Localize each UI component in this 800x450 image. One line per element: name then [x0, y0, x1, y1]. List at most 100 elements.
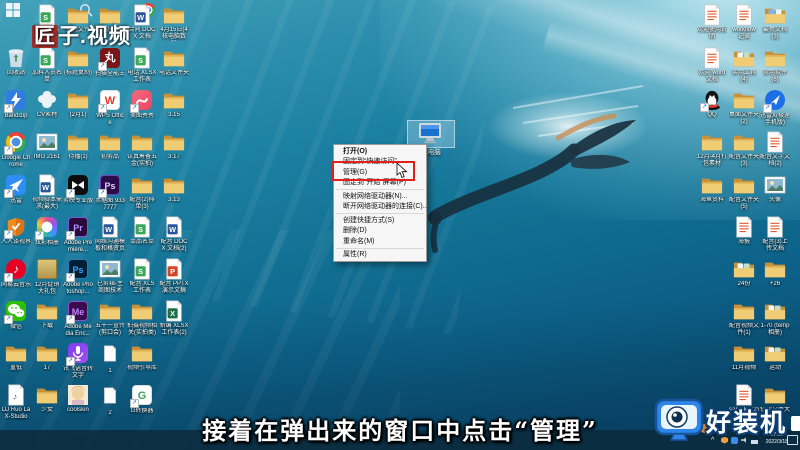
- menu-item-2[interactable]: 固定到“快速访问”: [334, 157, 426, 168]
- desktop-icon-left[interactable]: 电话文件夹: [159, 47, 189, 77]
- folder-icon: [131, 300, 153, 322]
- desktop-icon-right[interactable]: 桌面文件夹(2): [729, 89, 759, 126]
- menu-item-10[interactable]: 属性(R): [334, 250, 426, 261]
- desktop-icon-right[interactable]: 11月视频: [729, 342, 759, 372]
- desktop-icon-left[interactable]: 待播(1): [63, 131, 93, 161]
- brand-name: 好装机: [706, 409, 788, 437]
- desktop-icon-right[interactable]: 配音文件夹(5): [729, 174, 759, 211]
- desktop-icon-right[interactable]: 头像: [760, 174, 790, 204]
- desktop-icon-left[interactable]: 五十一宣传(剪口会): [95, 300, 125, 337]
- desktop-icon-right[interactable]: workflow 记录: [729, 4, 759, 41]
- desktop-icon-left[interactable]: W 合同 DOCX 文档: [127, 4, 157, 41]
- menu-item-9[interactable]: 重命名(M): [334, 236, 426, 247]
- desktop-icon-right[interactable]: 12月-4月打包素材: [697, 131, 727, 168]
- desktop-icon-left[interactable]: ↗ 迅雷: [1, 174, 31, 205]
- desktop-icon-left[interactable]: ♪ ↗ 网易云音乐: [1, 258, 31, 289]
- desktop-icon-right[interactable]: 实用工具(4): [729, 47, 759, 84]
- desktop-icon-left[interactable]: W 网络沟通模板和格资页(一): [95, 216, 125, 253]
- menu-item-7[interactable]: 创建快捷方式(S): [334, 215, 426, 226]
- notification-center-icon[interactable]: [787, 435, 798, 445]
- desktop-icon-label: 美图秀秀: [129, 113, 154, 119]
- desktop-icon-left[interactable]: 3.15: [159, 89, 189, 119]
- desktop-icon-right[interactable]: 运动: [760, 342, 790, 372]
- desktop-icon-left[interactable]: 认真筹备五金(实拍): [127, 131, 157, 168]
- desktop-icon-left[interactable]: W 视频脚本需求(最大): [32, 174, 62, 211]
- desktop-icon-left[interactable]: ♪ DJ Ruo La X-Studio: [1, 384, 31, 421]
- desktop-icon-left[interactable]: ↗ 美图秀秀: [127, 89, 157, 120]
- desktop-icon-right[interactable]: 常用软件(6): [760, 47, 790, 84]
- desktop-icon-left[interactable]: G ↗ G转换器: [127, 384, 157, 415]
- desktop-icon-left[interactable]: (标题复制): [63, 47, 93, 77]
- menu-item-3-manage[interactable]: 管理(G): [334, 167, 426, 178]
- desktop-icon-right[interactable]: +26: [760, 258, 790, 288]
- desktop-icon-left[interactable]: S 配音 XLS 工作表: [127, 258, 157, 295]
- desktop-icon-right[interactable]: 海鱼资料: [697, 174, 727, 204]
- desktop-icon-left[interactable]: Ps ↗ Adobe Photoshop...: [63, 258, 93, 296]
- desktop-icon-label: 1: [108, 368, 112, 374]
- desktop-icon-left[interactable]: ↗ 人人译视界: [1, 216, 31, 246]
- desktop-icon-left[interactable]: 下载: [32, 300, 62, 330]
- desktop-icon-left[interactable]: coolskin: [63, 384, 93, 414]
- menu-item-4[interactable]: 固定到“开始”屏幕(P): [334, 178, 426, 189]
- desktop-icon-left[interactable]: 已剪辑-主商图技术: [95, 258, 125, 295]
- desktop-icon-right[interactable]: 海报: [729, 216, 759, 246]
- filesm-icon: [99, 345, 121, 367]
- start-button[interactable]: [5, 2, 21, 18]
- desktop-icon-left[interactable]: ↗ Google Chrome: [1, 131, 31, 169]
- desktop-icon-left[interactable]: 3.17: [159, 131, 189, 161]
- desktop-icon-left[interactable]: 3.13: [159, 174, 189, 204]
- desktop-icon-left[interactable]: 丸 ↗ 扫描全能王: [95, 47, 125, 78]
- desktop-icon-right[interactable]: 欢迎使用说明: [697, 4, 727, 41]
- desktop-icon-left[interactable]: 少女: [32, 384, 62, 414]
- desktop-icon-left[interactable]: 17: [32, 342, 62, 372]
- desktop-icon-left[interactable]: Me ↗ Adobe Media Enc...: [63, 300, 93, 338]
- desktop-icon-left[interactable]: Ps ↗ 票据图 9337777: [95, 174, 125, 212]
- desktop-icon-right[interactable]: 欢迎 word 文档: [697, 47, 727, 84]
- menu-item-5[interactable]: 映射网络驱动器(N)...: [334, 191, 426, 202]
- desktop-icon-left[interactable]: CV素材: [32, 89, 62, 119]
- desktop-icon-left[interactable]: ↗ 微信: [1, 300, 31, 331]
- desktop-icon-left[interactable]: P 配音 PPTX 演示文稿: [159, 258, 189, 295]
- desktop-icon-left[interactable]: ↗ Bandizip: [1, 89, 31, 120]
- desktop-icon-left[interactable]: W ↗ WPS Office: [95, 89, 125, 127]
- desktop-icon-left[interactable]: ↗ 炫彩相册: [32, 216, 62, 247]
- desktop-icon-left[interactable]: S 加料人员名单: [32, 47, 62, 84]
- this-pc-icon[interactable]: [418, 122, 442, 144]
- menu-item-1[interactable]: 打开(O): [334, 146, 426, 157]
- desktop-icon-right[interactable]: 1-70 (temp相册): [760, 300, 790, 337]
- desktop-icon-left[interactable]: 回收站: [1, 47, 31, 77]
- desktop-icon-left[interactable]: 12月促销大礼包: [32, 258, 62, 296]
- desktop-icon-left[interactable]: 1: [95, 342, 125, 375]
- menu-item-8[interactable]: 删除(D): [334, 226, 426, 237]
- desktop-icon-left[interactable]: W 配音 DOCX 文档(2): [159, 216, 189, 253]
- desktop-icon-left[interactable]: 初剪品: [95, 131, 125, 161]
- desktop-icon-right[interactable]: 最新文档(3): [760, 4, 790, 41]
- desktop-icon-left[interactable]: 4月15日(4核电脑数据): [159, 4, 189, 41]
- desktop-icon-left[interactable]: X 新编 XLSX 工作表(2): [159, 300, 189, 337]
- desktop-icon-right[interactable]: 配音视频文件(1): [729, 300, 759, 337]
- desktop-icon-left[interactable]: IMG 2161: [32, 131, 62, 161]
- desktop-icon-left[interactable]: 配音(2)排单(3): [127, 174, 157, 211]
- desktop-icon-label: 配音 PPTX 演示文稿: [159, 281, 189, 294]
- desktop-icon-left[interactable]: Pr ↗ Adobe Premiere...: [63, 216, 93, 254]
- desktop-icon-right[interactable]: 配音文件夹(3): [729, 131, 759, 168]
- desktop-icon-left[interactable]: ↗ 讯飞语音转文字: [63, 342, 93, 380]
- rings-icon: ↗: [35, 217, 58, 240]
- desktop-icon-left[interactable]: 重低: [1, 342, 31, 372]
- desktop-icon-left[interactable]: S 电话 XLSX 工作表: [127, 47, 157, 84]
- desktop-icon-right[interactable]: ↗ 迅雷X(极速手机版): [760, 89, 790, 127]
- desktop-icon-left[interactable]: 拍摄视频相关(实拍类): [127, 300, 157, 337]
- desktop-icon-label: 新编 XLSX 工作表(2): [159, 323, 189, 336]
- desktop-icon-right[interactable]: 配音(3)上传文档: [760, 216, 790, 253]
- desktop-icon-right[interactable]: 24份: [729, 258, 759, 288]
- desktop-icon-left[interactable]: 2: [95, 384, 125, 417]
- folder-icon: [163, 4, 185, 26]
- desktop-icon-right[interactable]: ↗ QQ: [697, 89, 727, 119]
- folderb-icon: [764, 4, 786, 26]
- menu-item-6[interactable]: 断开网络驱动器的连接(C)...: [334, 202, 426, 213]
- desktop-icon-left[interactable]: 视频引导库: [127, 342, 157, 372]
- desktop-icon-left[interactable]: ↗ 剪映专业版: [63, 174, 93, 205]
- desktop-icon-right[interactable]: 配音文字文档(2): [760, 131, 790, 168]
- desktop-icon-left[interactable]: (2月1): [63, 89, 93, 119]
- desktop-icon-left[interactable]: S 单品名单: [127, 216, 157, 246]
